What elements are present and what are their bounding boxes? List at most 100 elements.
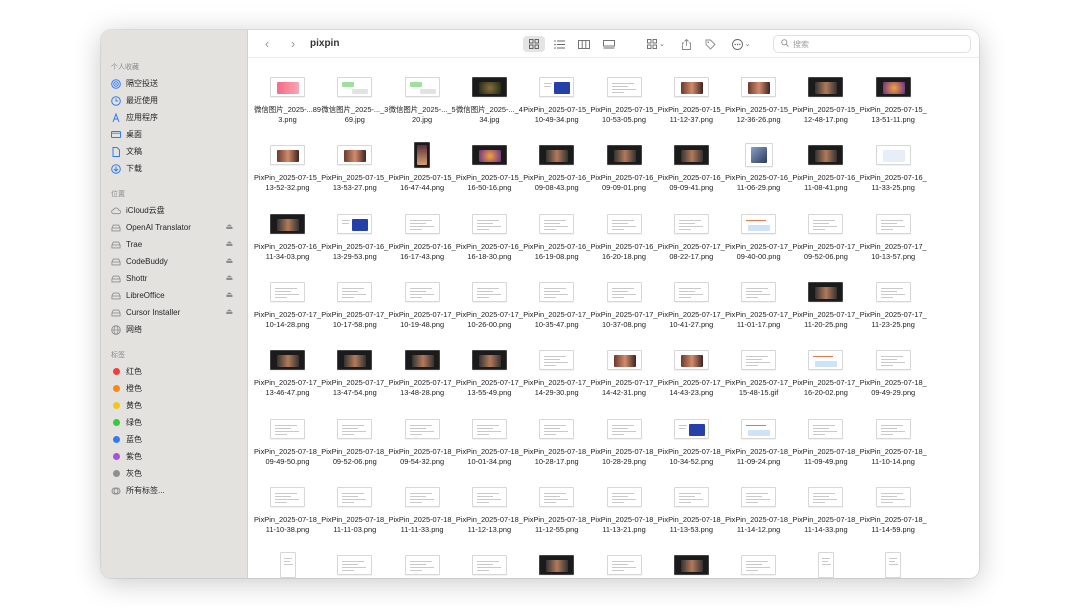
sidebar-item[interactable]: 文稿 <box>101 143 247 160</box>
sidebar-item[interactable]: 网络 <box>101 321 247 338</box>
file-item[interactable]: PixPin_2025-07-18_11-12-55.png <box>523 484 590 552</box>
back-button[interactable]: ‹ <box>260 36 274 51</box>
view-list-button[interactable] <box>549 36 569 52</box>
file-item[interactable]: PixPin_2025-07-18_10-34-52.png <box>658 416 725 484</box>
file-item[interactable]: PixPin_2025-07-17_10-41-27.png <box>658 279 725 347</box>
file-item[interactable] <box>523 552 590 578</box>
view-gallery-button[interactable] <box>599 36 619 52</box>
file-item[interactable]: PixPin_2025-07-18_11-14-59.png <box>860 484 927 552</box>
file-item[interactable]: PixPin_2025-07-15_13-53-27.png <box>321 142 388 210</box>
sidebar-item[interactable]: 下载 <box>101 160 247 177</box>
file-item[interactable]: PixPin_2025-07-18_09-49-29.png <box>860 347 927 415</box>
file-item[interactable]: PixPin_2025-07-15_13-52-32.png <box>254 142 321 210</box>
sidebar-item[interactable]: 最近使用 <box>101 92 247 109</box>
file-item[interactable]: PixPin_2025-07-17_10-37-08.png <box>591 279 658 347</box>
eject-icon[interactable]: ⏏ <box>225 307 233 316</box>
file-item[interactable]: PixPin_2025-07-17_16-20-02.png <box>792 347 859 415</box>
group-button[interactable]: ⌄ <box>644 36 668 52</box>
file-item[interactable]: PixPin_2025-07-16_16-18-30.png <box>456 211 523 279</box>
file-item[interactable]: PixPin_2025-07-18_09-52-06.png <box>321 416 388 484</box>
sidebar-item[interactable]: Cursor Installer ⏏ <box>101 304 247 321</box>
forward-button[interactable]: › <box>286 36 300 51</box>
file-item[interactable]: PixPin_2025-07-15_16-47-44.png <box>389 142 456 210</box>
tag-button[interactable] <box>702 36 718 52</box>
search-field[interactable]: 搜索 <box>773 35 971 53</box>
file-item[interactable] <box>658 552 725 578</box>
sidebar-item[interactable]: 橙色 <box>101 380 247 397</box>
file-item[interactable]: PixPin_2025-07-17_10-14-28.png <box>254 279 321 347</box>
sidebar-item[interactable]: 桌面 <box>101 126 247 143</box>
file-item[interactable]: PixPin_2025-07-15_10-49-34.png <box>523 74 590 142</box>
file-item[interactable]: 微信图片_2025-..._520.jpg <box>389 74 456 142</box>
sidebar-item[interactable]: 红色 <box>101 363 247 380</box>
file-item[interactable]: 微信图片_2025-...893.png <box>254 74 321 142</box>
file-item[interactable]: PixPin_2025-07-16_16-19-08.png <box>523 211 590 279</box>
file-item[interactable]: PixPin_2025-07-17_11-23-25.png <box>860 279 927 347</box>
file-item[interactable] <box>254 552 321 578</box>
file-item[interactable]: PixPin_2025-07-17_10-19-48.png <box>389 279 456 347</box>
file-item[interactable]: PixPin_2025-07-16_11-34-03.png <box>254 211 321 279</box>
file-item[interactable]: PixPin_2025-07-17_15-48-15.gif <box>725 347 792 415</box>
file-item[interactable]: 微信图片_2025-..._369.jpg <box>321 74 388 142</box>
sidebar-item[interactable]: 隔空投送 <box>101 75 247 92</box>
file-item[interactable]: PixPin_2025-07-17_09-40-00.png <box>725 211 792 279</box>
file-item[interactable]: PixPin_2025-07-17_13-47-54.png <box>321 347 388 415</box>
file-item[interactable]: PixPin_2025-07-17_13-55-49.png <box>456 347 523 415</box>
file-item[interactable]: PixPin_2025-07-17_10-35-47.png <box>523 279 590 347</box>
file-item[interactable]: PixPin_2025-07-16_11-33-25.png <box>860 142 927 210</box>
file-item[interactable] <box>792 552 859 578</box>
file-item[interactable]: PixPin_2025-07-17_10-26-00.png <box>456 279 523 347</box>
file-item[interactable]: PixPin_2025-07-18_10-01-34.png <box>456 416 523 484</box>
eject-icon[interactable]: ⏏ <box>225 273 233 282</box>
file-item[interactable]: PixPin_2025-07-17_08-22-17.png <box>658 211 725 279</box>
file-item[interactable]: PixPin_2025-07-17_13-46-47.png <box>254 347 321 415</box>
sidebar-item[interactable]: 灰色 <box>101 465 247 482</box>
view-columns-button[interactable] <box>574 36 594 52</box>
file-item[interactable]: PixPin_2025-07-17_14-29-30.png <box>523 347 590 415</box>
file-item[interactable]: PixPin_2025-07-17_13-48-28.png <box>389 347 456 415</box>
view-icons-button[interactable] <box>523 36 545 52</box>
file-item[interactable]: PixPin_2025-07-18_10-28-17.png <box>523 416 590 484</box>
file-item[interactable] <box>725 552 792 578</box>
file-item[interactable]: PixPin_2025-07-15_16-50-16.png <box>456 142 523 210</box>
file-item[interactable]: PixPin_2025-07-18_11-10-14.png <box>860 416 927 484</box>
file-item[interactable]: PixPin_2025-07-18_11-13-53.png <box>658 484 725 552</box>
file-item[interactable]: PixPin_2025-07-15_12-36-26.png <box>725 74 792 142</box>
sidebar-item[interactable]: 蓝色 <box>101 431 247 448</box>
file-item[interactable]: PixPin_2025-07-16_16-17-43.png <box>389 211 456 279</box>
file-item[interactable]: PixPin_2025-07-18_11-10-38.png <box>254 484 321 552</box>
file-item[interactable]: PixPin_2025-07-17_14-42-31.png <box>591 347 658 415</box>
file-item[interactable]: PixPin_2025-07-18_11-09-24.png <box>725 416 792 484</box>
file-item[interactable] <box>456 552 523 578</box>
sidebar-item[interactable]: Shottr ⏏ <box>101 270 247 287</box>
file-item[interactable]: PixPin_2025-07-18_09-49-50.png <box>254 416 321 484</box>
eject-icon[interactable]: ⏏ <box>225 222 233 231</box>
file-item[interactable]: PixPin_2025-07-15_12-48-17.png <box>792 74 859 142</box>
file-item[interactable]: PixPin_2025-07-18_10-28-29.png <box>591 416 658 484</box>
sidebar-item[interactable]: 紫色 <box>101 448 247 465</box>
file-item[interactable]: PixPin_2025-07-18_09-54-32.png <box>389 416 456 484</box>
file-item[interactable] <box>591 552 658 578</box>
sidebar-item[interactable]: 绿色 <box>101 414 247 431</box>
eject-icon[interactable]: ⏏ <box>225 239 233 248</box>
sidebar-item-all-tags[interactable]: 所有标签... <box>101 482 247 499</box>
file-item[interactable]: PixPin_2025-07-17_10-13-57.png <box>860 211 927 279</box>
more-actions-button[interactable]: ⌄ <box>729 36 753 52</box>
file-item[interactable]: PixPin_2025-07-18_11-13-21.png <box>591 484 658 552</box>
file-item[interactable]: PixPin_2025-07-16_16-20-18.png <box>591 211 658 279</box>
sidebar-item[interactable]: Trae ⏏ <box>101 236 247 253</box>
file-item[interactable]: PixPin_2025-07-15_11-12-37.png <box>658 74 725 142</box>
file-item[interactable]: PixPin_2025-07-18_11-12-13.png <box>456 484 523 552</box>
eject-icon[interactable]: ⏏ <box>225 256 233 265</box>
file-item[interactable]: PixPin_2025-07-18_11-11-33.png <box>389 484 456 552</box>
file-item[interactable]: PixPin_2025-07-15_10-53-05.png <box>591 74 658 142</box>
file-item[interactable]: PixPin_2025-07-17_14-43-23.png <box>658 347 725 415</box>
file-item[interactable]: PixPin_2025-07-16_11-08-41.png <box>792 142 859 210</box>
file-item[interactable] <box>321 552 388 578</box>
file-item[interactable]: PixPin_2025-07-18_11-14-12.png <box>725 484 792 552</box>
file-item[interactable]: PixPin_2025-07-17_11-20-25.png <box>792 279 859 347</box>
file-item[interactable] <box>860 552 927 578</box>
sidebar-item[interactable]: iCloud云盘 <box>101 202 247 219</box>
file-item[interactable] <box>389 552 456 578</box>
file-item[interactable]: PixPin_2025-07-16_09-08-43.png <box>523 142 590 210</box>
